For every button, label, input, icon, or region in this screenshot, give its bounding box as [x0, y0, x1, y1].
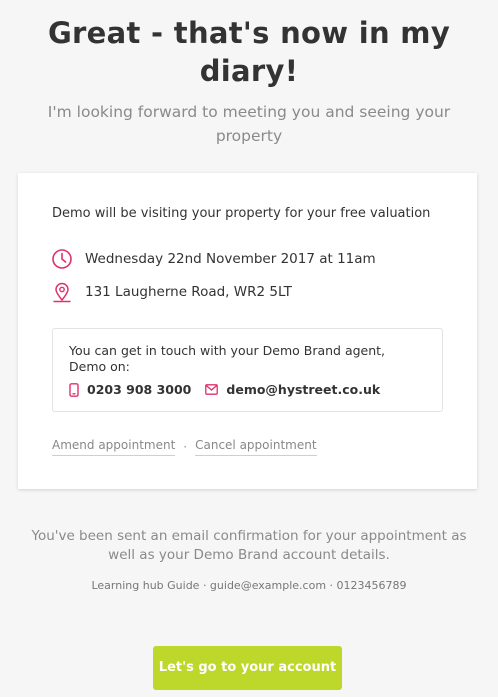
- amend-appointment-link[interactable]: Amend appointment: [52, 438, 176, 456]
- agent-contact-box: You can get in touch with your Demo Bran…: [52, 328, 443, 412]
- go-to-account-button[interactable]: Let's go to your account: [153, 646, 342, 690]
- mail-icon: [205, 384, 219, 395]
- page-subtitle: I'm looking forward to meeting you and s…: [47, 103, 451, 145]
- agent-contact-details: 0203 908 3000 demo@hystreet.co.uk: [69, 382, 380, 397]
- appointment-date: Wednesday 22nd November 2017 at 11am: [85, 251, 376, 267]
- agent-phone-link[interactable]: 0203 908 3000: [87, 382, 191, 397]
- page-title: Great - that's now in my diary!: [47, 16, 451, 88]
- email-confirmation-text: You've been sent an email confirmation f…: [31, 528, 467, 563]
- cancel-appointment-link[interactable]: Cancel appointment: [195, 438, 317, 456]
- appointment-address-row: 131 Laugherne Road, WR2 5LT: [51, 281, 292, 303]
- appointment-card: Demo will be visiting your property for …: [18, 173, 477, 489]
- guide-contact-line: Learning hub Guide · guide@example.com ·…: [91, 579, 407, 592]
- agent-contact-text: You can get in touch with your Demo Bran…: [69, 343, 386, 374]
- appointment-address: 131 Laugherne Road, WR2 5LT: [85, 284, 292, 300]
- appointment-date-row: Wednesday 22nd November 2017 at 11am: [51, 248, 376, 270]
- visit-description: Demo will be visiting your property for …: [52, 206, 431, 221]
- map-pin-icon: [51, 281, 73, 303]
- link-separator: ·: [183, 440, 188, 454]
- appointment-actions: Amend appointment · Cancel appointment: [52, 438, 317, 456]
- phone-icon: [69, 382, 79, 397]
- clock-icon: [51, 248, 73, 270]
- agent-email-link[interactable]: demo@hystreet.co.uk: [226, 382, 380, 397]
